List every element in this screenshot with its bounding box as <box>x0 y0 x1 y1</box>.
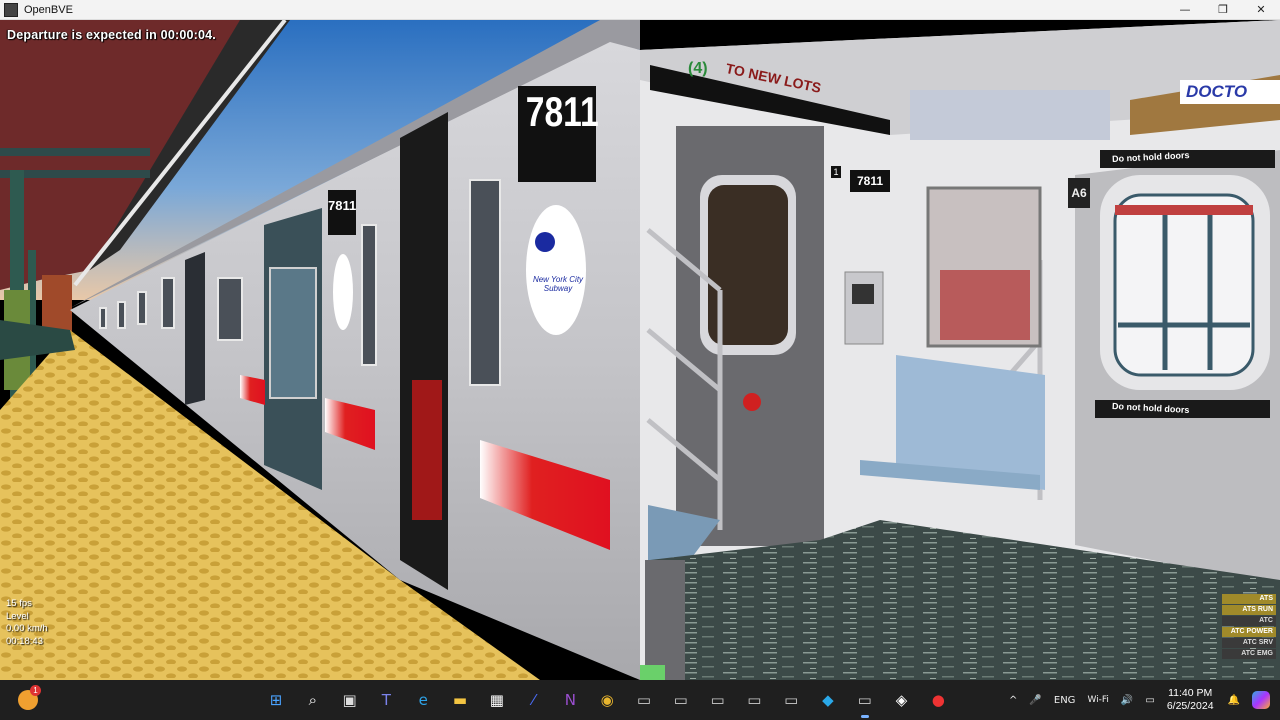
destination-route: (4) <box>688 60 708 77</box>
window-controls: — ❐ ✕ <box>1166 0 1280 19</box>
chrome-icon[interactable]: ◉ <box>593 686 621 714</box>
battery-icon[interactable]: ▭ <box>1145 695 1154 706</box>
notification-bell-icon[interactable]: 🔔 <box>1228 695 1240 706</box>
lamp-atc-srv: ATC SRV <box>1222 638 1276 648</box>
copilot-icon[interactable] <box>1252 691 1270 709</box>
speed-readout: 0.00 km/h <box>6 623 48 634</box>
weather-badge: 1 <box>30 685 41 696</box>
app-icon-white[interactable]: ◈ <box>888 686 916 714</box>
openbve-app-icon <box>4 2 18 17</box>
window-titlebar: OpenBVE — ❐ ✕ <box>0 0 1280 20</box>
file-explorer-icon[interactable]: ▬ <box>446 686 474 714</box>
time-readout: 00:18:43 <box>6 635 43 647</box>
store-icon[interactable]: ▦ <box>483 686 511 714</box>
lamp-atc-power: ATC POWER <box>1222 627 1276 637</box>
clock-time: 11:40 PM <box>1168 687 1213 699</box>
level-readout: Level <box>6 610 29 622</box>
cab-car-number: 7811 <box>850 170 890 192</box>
search-button[interactable]: ⌕ <box>299 686 327 714</box>
lamp-atc-emg: ATC EMG <box>1222 649 1276 659</box>
minimize-button[interactable]: — <box>1166 0 1204 19</box>
start-button[interactable]: ⊞ <box>262 686 290 714</box>
language-indicator[interactable]: ENG <box>1054 695 1076 706</box>
teams-icon[interactable]: T <box>372 686 400 714</box>
close-button[interactable]: ✕ <box>1242 0 1280 19</box>
openbve-icon-4[interactable]: ▭ <box>740 686 768 714</box>
ats-atc-lamp-panel: ATS ATS RUN ATC ATC POWER ATC SRV ATC EM… <box>1222 594 1276 660</box>
lamp-ats-run: ATS RUN <box>1222 605 1276 615</box>
system-tray: ^ 🎤 ENG Wi-Fi 🔊 ▭ 11:40 PM 6/25/2024 🔔 <box>1009 680 1280 720</box>
openbve-icon-2[interactable]: ▭ <box>667 686 695 714</box>
train-scene <box>0 20 1280 680</box>
simulator-viewport[interactable]: 7811 7811 7811 (4) TO NEW LOTS New York … <box>0 20 1280 680</box>
fps-readout: 15 fps <box>6 598 32 609</box>
window-title: OpenBVE <box>24 3 73 16</box>
app-icon-blue[interactable]: ⁄ <box>520 686 548 714</box>
edge-icon[interactable]: e <box>409 686 437 714</box>
maximize-button[interactable]: ❐ <box>1204 0 1242 19</box>
tray-overflow-chevron-icon[interactable]: ^ <box>1009 695 1017 706</box>
car-number-small: 7811 <box>328 198 357 213</box>
volume-icon[interactable]: 🔊 <box>1121 695 1133 706</box>
sim-stats: 15 fps Level 0.00 km/h 00:18:43 <box>6 598 48 648</box>
microphone-icon[interactable]: 🎤 <box>1029 695 1041 706</box>
lamp-atc: ATC <box>1222 616 1276 626</box>
task-view-button[interactable]: ▣ <box>336 686 364 714</box>
app-icon-cyan[interactable]: ◆ <box>814 686 842 714</box>
car-number-large: 7811 <box>525 88 599 135</box>
onenote-icon[interactable]: N <box>556 686 584 714</box>
taskbar: 1 ⊞ ⌕ ▣ Te ▬ ▦ ⁄ N ◉ ▭ ▭ ▭ ▭ ▭ ◆ ▭ ◈ ● ^ 🎤 ENG Wi-Fi 🔊 ▭ … <box>0 680 1280 720</box>
cab-plate-1: 1 <box>831 166 841 178</box>
openbve-icon-3[interactable]: ▭ <box>704 686 732 714</box>
openbve-icon-5[interactable]: ▭ <box>777 686 805 714</box>
system-clock[interactable]: 11:40 PM 6/25/2024 <box>1167 687 1214 713</box>
taskbar-pinned-apps: ⊞ ⌕ ▣ Te ▬ ▦ ⁄ N ◉ ▭ ▭ ▭ ▭ ▭ ◆ ▭ ◈ ● <box>262 686 961 718</box>
cab-plate-a6: A6 <box>1068 178 1090 208</box>
departure-message: Departure is expected in 00:00:04. <box>7 28 216 42</box>
advertisement-text: DOCTO <box>1186 82 1248 101</box>
wifi-icon[interactable]: Wi-Fi <box>1087 695 1108 705</box>
clock-date: 6/25/2024 <box>1166 700 1214 712</box>
mta-roundel: New York City Subway <box>532 275 584 293</box>
recorder-icon[interactable]: ● <box>924 686 952 714</box>
openbve-icon-active[interactable]: ▭ <box>851 686 879 718</box>
openbve-icon-1[interactable]: ▭ <box>630 686 658 714</box>
lamp-ats: ATS <box>1222 594 1276 604</box>
